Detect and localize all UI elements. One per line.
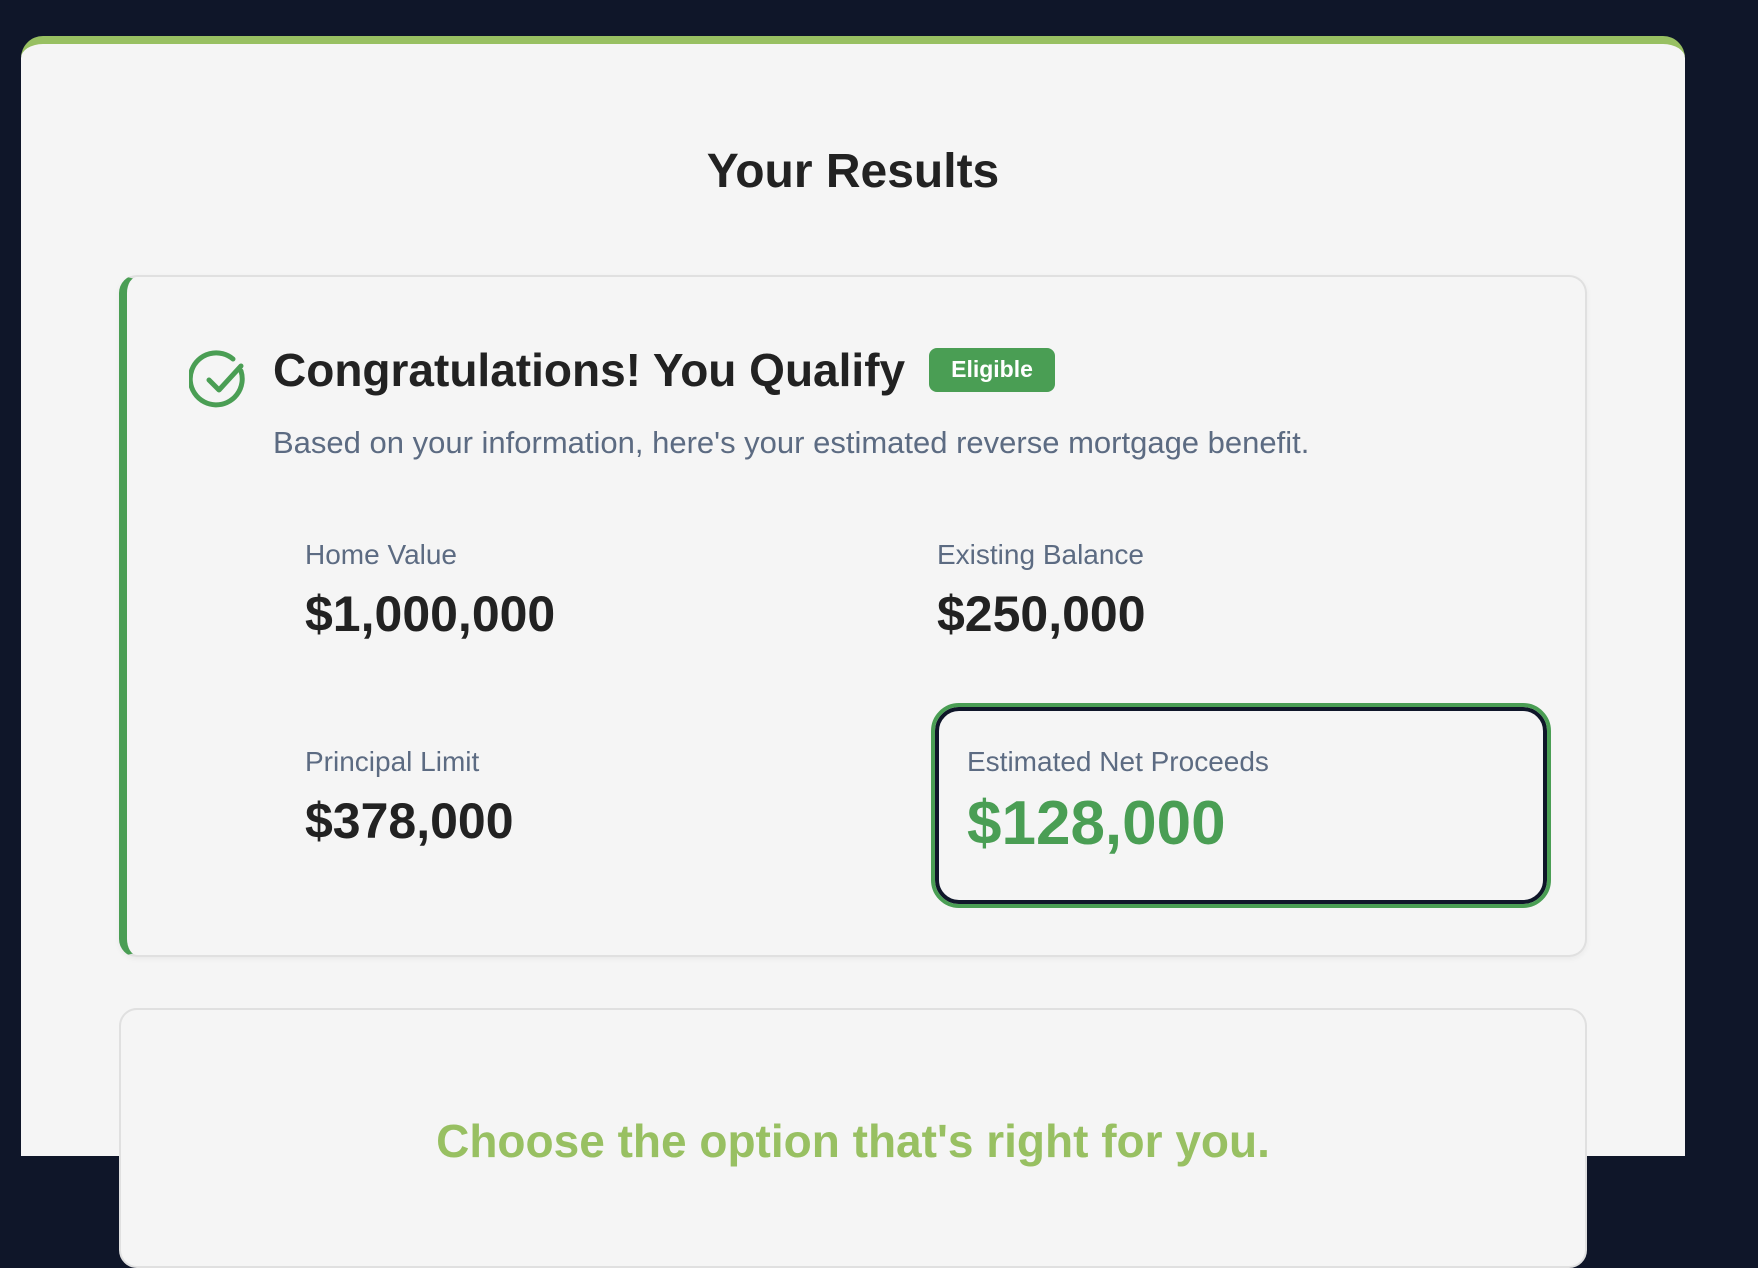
home-value-label: Home Value — [305, 539, 458, 570]
home-value-amount: $1,000,000 — [305, 586, 556, 642]
home-value-stat: Home Value $1,000,000 — [305, 539, 556, 642]
qualification-heading: Congratulations! You Qualify Eligible — [273, 347, 1055, 393]
net-proceeds-label: Estimated Net Proceeds — [967, 746, 1269, 777]
principal-limit-amount: $378,000 — [305, 793, 514, 849]
qualification-subtitle: Based on your information, here's your e… — [273, 425, 1310, 460]
qualification-title: Congratulations! You Qualify — [273, 344, 906, 396]
net-proceeds-box[interactable]: Estimated Net Proceeds $128,000 — [931, 703, 1551, 908]
eligible-badge: Eligible — [929, 348, 1055, 392]
check-circle-icon — [189, 350, 245, 408]
existing-balance-stat: Existing Balance $250,000 — [937, 539, 1146, 642]
existing-balance-label: Existing Balance — [937, 539, 1145, 570]
results-panel: Your Results Congratulations! You Qualif… — [21, 36, 1685, 1268]
net-proceeds-amount: $128,000 — [967, 789, 1226, 858]
existing-balance-amount: $250,000 — [937, 586, 1146, 642]
qualification-card: Congratulations! You Qualify Eligible Ba… — [119, 275, 1587, 957]
principal-limit-stat: Principal Limit $378,000 — [305, 746, 514, 849]
options-card: Choose the option that's right for you. — [119, 1008, 1587, 1268]
options-title: Choose the option that's right for you. — [436, 1115, 1270, 1167]
principal-limit-label: Principal Limit — [305, 746, 480, 777]
page-title: Your Results — [706, 145, 1000, 198]
